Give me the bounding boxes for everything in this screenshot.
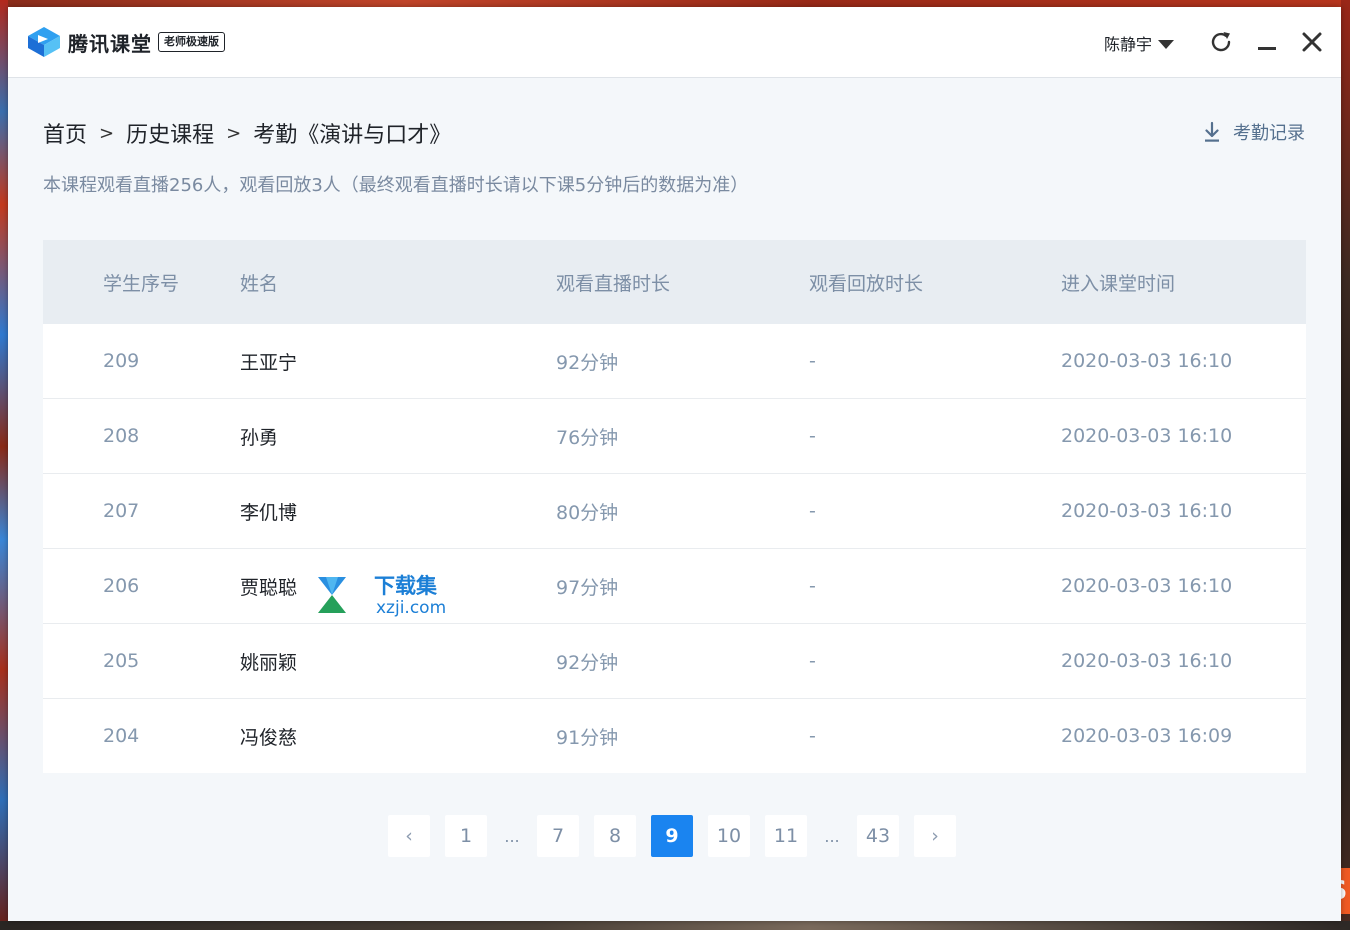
cell-name: 王亚宁 [240, 351, 298, 374]
table-row: 206 贾聪聪 97分钟 - 2020-03-03 16:10 [43, 549, 1306, 624]
next-page-button[interactable]: › [914, 815, 956, 857]
watermark-title: 下载集 [374, 574, 438, 598]
cell-enter-time: 2020-03-03 16:10 [1061, 350, 1233, 372]
user-name: 陈静宇 [1104, 35, 1153, 54]
cell-enter-time: 2020-03-03 16:09 [1061, 725, 1233, 747]
desktop-background-right [1341, 0, 1350, 930]
refresh-icon[interactable] [1208, 29, 1234, 55]
column-header-enter-time: 进入课堂时间 [1061, 272, 1176, 295]
cell-replay-duration: - [809, 350, 816, 372]
cell-student-id: 205 [103, 650, 140, 672]
cell-enter-time: 2020-03-03 16:10 [1061, 500, 1233, 522]
breadcrumb-home[interactable]: 首页 [43, 117, 87, 149]
desktop-background-top [0, 0, 1350, 7]
cell-student-id: 209 [103, 350, 140, 372]
cell-replay-duration: - [809, 650, 816, 672]
cell-replay-duration: - [809, 725, 816, 747]
breadcrumb-separator: > [226, 122, 242, 144]
cell-name: 孙勇 [240, 426, 279, 449]
page-button-11[interactable]: 11 [765, 815, 807, 857]
minimize-icon[interactable] [1254, 29, 1280, 55]
breadcrumb: 首页 > 历史课程 > 考勤《演讲与口才》 [43, 117, 451, 149]
cell-enter-time: 2020-03-03 16:10 [1061, 575, 1233, 597]
cell-replay-duration: - [809, 500, 816, 522]
page-button-8[interactable]: 8 [594, 815, 636, 857]
cell-student-id: 204 [103, 725, 140, 747]
cell-live-duration: 97分钟 [556, 576, 619, 599]
cell-live-duration: 91分钟 [556, 726, 619, 749]
cell-live-duration: 92分钟 [556, 651, 619, 674]
column-header-replay-duration: 观看回放时长 [809, 272, 924, 295]
cell-live-duration: 76分钟 [556, 426, 619, 449]
chevron-down-icon [1158, 39, 1175, 49]
pagination-ellipsis: ... [824, 826, 840, 846]
column-header-student-id: 学生序号 [103, 272, 180, 295]
cell-live-duration: 92分钟 [556, 351, 619, 374]
cell-name: 李仉博 [240, 501, 298, 524]
download-icon [1205, 121, 1219, 142]
title-bar: 腾讯课堂 老师极速版 陈静宇 [8, 7, 1341, 78]
attendance-record-button[interactable]: 考勤记录 [1203, 119, 1305, 145]
cell-student-id: 206 [103, 575, 140, 597]
breadcrumb-current: 考勤《演讲与口才》 [253, 123, 452, 148]
attendance-table: 学生序号 姓名 观看直播时长 观看回放时长 进入课堂时间 209 王亚宁 92分… [43, 240, 1306, 773]
breadcrumb-history[interactable]: 历史课程 [126, 117, 214, 149]
page-button-1[interactable]: 1 [445, 815, 487, 857]
watermark-logo: 下载集 xzji.com [318, 574, 446, 617]
cell-enter-time: 2020-03-03 16:10 [1061, 650, 1233, 672]
cell-student-id: 207 [103, 500, 140, 522]
cell-live-duration: 80分钟 [556, 501, 619, 524]
cell-replay-duration: - [809, 575, 816, 597]
column-header-name: 姓名 [240, 272, 279, 295]
logo-icon [28, 27, 60, 57]
cell-enter-time: 2020-03-03 16:10 [1061, 425, 1233, 447]
table-header: 学生序号 姓名 观看直播时长 观看回放时长 进入课堂时间 [43, 240, 1306, 324]
table-row: 208 孙勇 76分钟 - 2020-03-03 16:10 [43, 399, 1306, 474]
page-button-9-current[interactable]: 9 [651, 815, 693, 857]
page-button-7[interactable]: 7 [537, 815, 579, 857]
breadcrumb-separator: > [99, 122, 115, 144]
user-menu[interactable]: 陈静宇 [1104, 31, 1175, 55]
page-button-10[interactable]: 10 [708, 815, 750, 857]
page-button-43[interactable]: 43 [857, 815, 899, 857]
pagination: ‹ 1 ... 7 8 9 10 11 ... 43 › [388, 815, 971, 857]
table-row: 205 姚丽颖 92分钟 - 2020-03-03 16:10 [43, 624, 1306, 699]
desktop-background-left [0, 0, 8, 930]
cell-student-id: 208 [103, 425, 140, 447]
edition-badge: 老师极速版 [158, 32, 225, 52]
prev-page-button[interactable]: ‹ [388, 815, 430, 857]
pagination-ellipsis: ... [504, 826, 520, 846]
attendance-record-label: 考勤记录 [1233, 123, 1305, 144]
cell-name: 姚丽颖 [240, 651, 298, 674]
table-row: 207 李仉博 80分钟 - 2020-03-03 16:10 [43, 474, 1306, 549]
close-icon[interactable] [1299, 29, 1325, 55]
attendance-summary: 本课程观看直播256人，观看回放3人（最终观看直播时长请以下课5分钟后的数据为准… [43, 175, 749, 196]
watermark-domain: xzji.com [376, 598, 446, 617]
column-header-live-duration: 观看直播时长 [556, 272, 671, 295]
app-window: 腾讯课堂 老师极速版 陈静宇 首页 > 历史课程 > 考勤《演讲与口才》 考勤记… [8, 7, 1341, 921]
cell-name: 冯俊慈 [240, 726, 298, 749]
desktop-background-bottom [0, 921, 1350, 930]
table-row: 204 冯俊慈 91分钟 - 2020-03-03 16:09 [43, 699, 1306, 773]
cell-replay-duration: - [809, 425, 816, 447]
app-name: 腾讯课堂 [68, 32, 152, 56]
table-row: 209 王亚宁 92分钟 - 2020-03-03 16:10 [43, 324, 1306, 399]
